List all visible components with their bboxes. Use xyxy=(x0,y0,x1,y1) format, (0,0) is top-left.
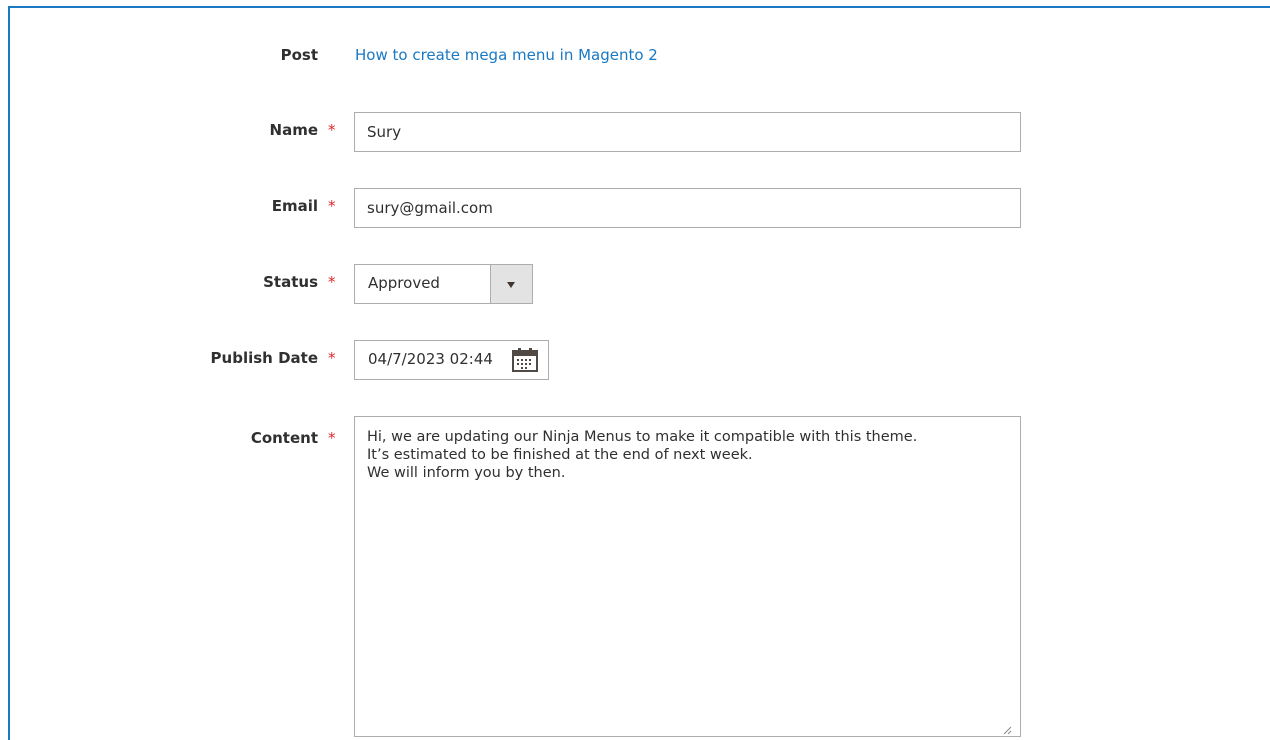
publish-date-input[interactable]: 04/7/2023 02:44 xyxy=(354,340,549,380)
content-label: Content xyxy=(250,429,318,447)
status-select[interactable]: Approved xyxy=(354,264,533,304)
name-input[interactable] xyxy=(354,112,1021,152)
status-label: Status xyxy=(263,273,318,291)
name-label: Name xyxy=(269,121,318,139)
chevron-down-icon xyxy=(507,282,515,288)
post-link[interactable]: How to create mega menu in Magento 2 xyxy=(355,46,658,64)
email-input[interactable] xyxy=(354,188,1021,228)
required-marker: * xyxy=(328,197,336,215)
required-marker: * xyxy=(328,273,336,291)
dropdown-button[interactable] xyxy=(490,265,532,303)
publish-date-value: 04/7/2023 02:44 xyxy=(368,350,493,368)
content-textarea[interactable]: Hi, we are updating our Ninja Menus to m… xyxy=(354,416,1021,737)
email-label: Email xyxy=(271,197,318,215)
required-marker: * xyxy=(328,429,336,447)
publish-date-label: Publish Date xyxy=(210,349,318,367)
resize-handle-icon[interactable] xyxy=(1003,726,1012,735)
required-marker: * xyxy=(328,121,336,139)
required-marker: * xyxy=(328,349,336,367)
status-selected-value: Approved xyxy=(368,274,440,292)
post-label: Post xyxy=(280,46,318,64)
form-container: Post How to create mega menu in Magento … xyxy=(8,6,1270,740)
calendar-icon[interactable] xyxy=(512,348,538,372)
